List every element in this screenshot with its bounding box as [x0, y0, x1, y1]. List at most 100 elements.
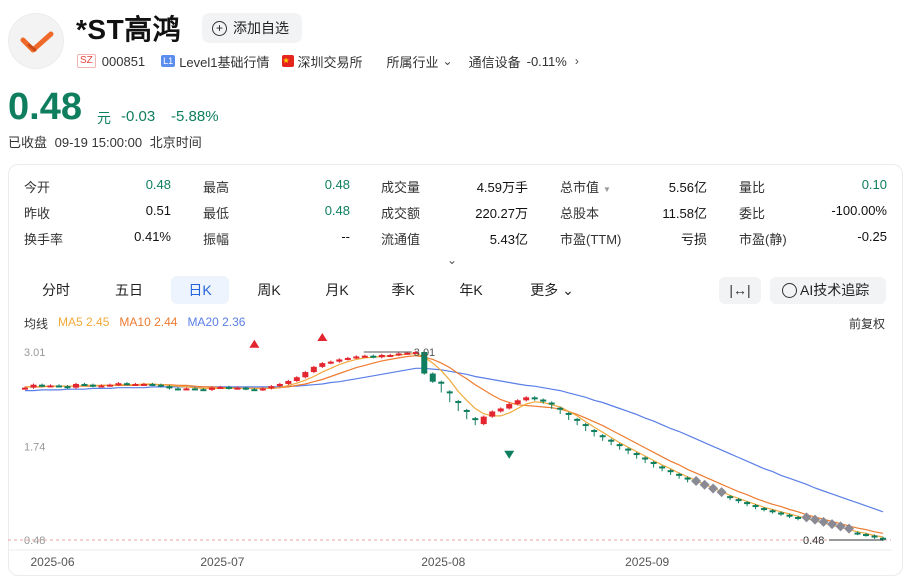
candle-body: [115, 383, 122, 386]
status-text: 已收盘: [8, 135, 48, 150]
ai-tracking-button[interactable]: AI技术追踪: [770, 277, 886, 304]
stat-value: 0.10: [861, 177, 887, 192]
candle-body: [387, 354, 394, 357]
stat-value: -0.25: [857, 229, 887, 244]
candle-body: [684, 477, 691, 480]
candle-body: [863, 534, 870, 537]
industry-change: -0.11%: [526, 53, 567, 69]
candle-body: [157, 384, 164, 387]
candle-body: [642, 457, 649, 460]
candle-body: [446, 391, 453, 394]
candle-body: [727, 496, 734, 499]
candle-body: [778, 512, 785, 515]
candle-body: [506, 404, 513, 409]
candle-body: [276, 383, 283, 387]
tab-5[interactable]: 季K: [374, 276, 432, 304]
candle-body: [38, 384, 45, 387]
candle-body: [565, 412, 572, 415]
tab-1[interactable]: 五日: [97, 276, 161, 304]
stat-value: 亏损: [680, 232, 707, 247]
candle-body: [378, 354, 385, 358]
industry-link[interactable]: 通信设备 -0.11% ›: [469, 52, 579, 71]
stat-value: 0.41%: [134, 229, 171, 244]
tab-3[interactable]: 周K: [240, 276, 298, 304]
logo-check-icon: [20, 31, 54, 53]
kline-chart[interactable]: 3.01 1.74 0.48 2025-06 2025-07 2025-08 2025-09…: [8, 330, 908, 576]
expand-chevron-icon[interactable]: ⌄: [447, 253, 457, 267]
candle-body: [64, 386, 71, 389]
candle-body: [633, 453, 640, 456]
industry-dropdown[interactable]: 所属行业 ⌄: [387, 52, 453, 71]
candle-body: [769, 510, 776, 513]
candle-body: [480, 416, 487, 425]
stat-label: 今开: [24, 180, 51, 195]
stat-value: 0.51: [145, 203, 171, 218]
candle-body: [200, 389, 207, 392]
candle-body: [455, 401, 462, 404]
timezone: 北京时间: [149, 135, 202, 150]
tab-0[interactable]: 分时: [24, 276, 88, 304]
candle-body: [795, 516, 802, 519]
candle-body: [752, 505, 759, 508]
stat-value: 4.59万手: [476, 180, 528, 195]
y-tick-label: 1.74: [24, 441, 45, 453]
candle-body: [659, 466, 666, 469]
ai-icon: [782, 283, 797, 298]
candle-body: [599, 435, 606, 438]
candle-body: [667, 470, 674, 473]
stat-value: 220.27万: [475, 206, 528, 221]
stat-value: 11.58亿: [662, 206, 707, 221]
stat-label: 市盈(静): [739, 232, 787, 247]
candle-body: [489, 411, 496, 417]
stat-value: --: [341, 229, 350, 244]
stat-label: 成交额: [381, 206, 421, 221]
tab-2[interactable]: 日K: [171, 276, 229, 304]
add-watchlist-label: 添加自选: [233, 20, 289, 36]
candle-body: [310, 366, 317, 373]
exchange-name: 深圳交易所: [297, 54, 363, 70]
tab-6[interactable]: 年K: [442, 276, 500, 304]
candle-body: [429, 373, 436, 382]
dropdown-triangle-icon[interactable]: ▼: [603, 185, 611, 194]
tab-7[interactable]: 更多 ⌄: [516, 276, 588, 304]
candle-body: [327, 361, 334, 364]
candle-body: [582, 424, 589, 427]
candle-body: [361, 355, 368, 358]
quote-datetime: 09-19 15:00:00: [54, 135, 143, 150]
candle-body: [404, 352, 411, 355]
candle-body: [574, 418, 581, 421]
tab-4[interactable]: 月K: [308, 276, 366, 304]
stat-label: 委比: [739, 206, 766, 221]
candle-body: [89, 384, 96, 387]
candle-body: [217, 386, 224, 389]
range-icon[interactable]: |↔|: [719, 277, 761, 304]
candle-body: [463, 409, 470, 412]
candle-body: [531, 397, 538, 400]
candle-diamond: [716, 487, 727, 498]
last-price-label: 0.48: [803, 535, 824, 547]
stat-label: 量比: [739, 180, 766, 195]
price-change-percent: -5.88%: [171, 108, 219, 125]
price-unit: 元: [97, 110, 111, 126]
candle-body: [540, 399, 547, 402]
industry-label: 所属行业: [386, 54, 439, 70]
candle-body: [344, 357, 351, 360]
add-watchlist-button[interactable]: + 添加自选: [202, 13, 302, 43]
candle-body: [208, 387, 215, 390]
x-tick-label: 2025-08: [421, 555, 465, 569]
candle-body: [174, 388, 181, 391]
candle-body: [123, 383, 130, 386]
candle-body: [514, 400, 521, 405]
ma20-line: [25, 367, 884, 513]
candle-body: [183, 388, 190, 391]
stock-name: *ST高鸿: [76, 14, 182, 45]
candle-diamond: [699, 479, 710, 490]
stat-value: -100.00%: [831, 203, 887, 218]
candle-body: [47, 385, 54, 388]
stat-label: 市盈(TTM): [560, 232, 622, 247]
candle-body: [242, 387, 249, 390]
candle-body: [523, 397, 530, 401]
candle-body: [259, 388, 266, 391]
candle-body: [625, 448, 632, 451]
candle-body: [497, 408, 504, 412]
